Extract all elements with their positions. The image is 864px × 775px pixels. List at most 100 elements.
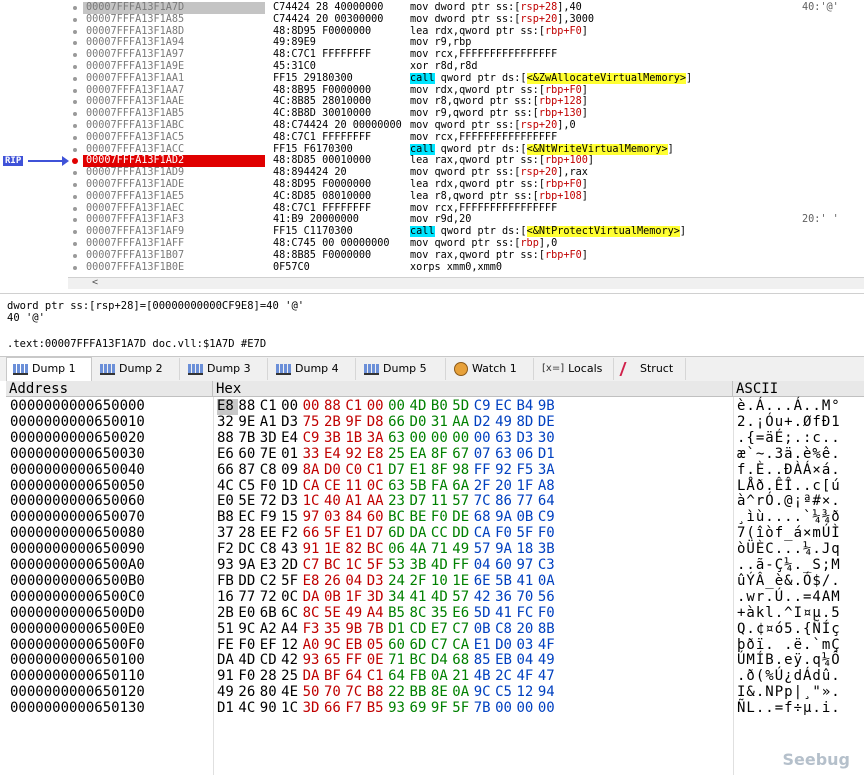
dump-ascii[interactable]: .{=äÉ;.:c.. [737, 430, 841, 447]
hex-byte[interactable]: 5B [410, 478, 431, 495]
dump-hex-bytes[interactable]: FE F0 EF 12 A0 9C EB 05 60 6D C7 CA E1 D0 03 4F [217, 637, 559, 654]
hex-byte[interactable]: 03 [516, 637, 537, 654]
dump-row[interactable]: 0000000000650030 E6 60 7E 01 33 E4 92 E8 25 EA 8F 67… [0, 446, 864, 463]
breakpoint-dot-icon[interactable] [73, 206, 77, 211]
dump-hex-bytes[interactable]: FB DD C2 5F E8 26 04 D3 24 2F 10 1E 6E 5B 41 0A [217, 573, 559, 590]
dump-hex-bytes[interactable]: 66 87 C8 09 8A D0 C0 C1 D7 E1 8F 98 FF 92 F5 3A [217, 462, 559, 479]
hex-byte[interactable]: C8 [260, 462, 281, 479]
hex-byte[interactable]: 00 [431, 430, 452, 447]
dump-ascii[interactable]: ÚMÍB.eÿ.q¼Ô [737, 652, 841, 669]
dump-address[interactable]: 0000000000650110 [10, 668, 145, 685]
disasm-gutter[interactable] [0, 214, 68, 226]
hex-byte[interactable]: D3 [516, 430, 537, 447]
hex-byte[interactable]: 5D [474, 605, 495, 622]
hex-byte[interactable]: 5F [324, 525, 345, 542]
hex-byte[interactable]: 4F [538, 637, 559, 654]
tab-dump-3[interactable]: Dump 3 [182, 358, 268, 380]
hex-byte[interactable]: D3 [281, 414, 302, 431]
hex-byte[interactable]: D1 [538, 446, 559, 463]
dump-address[interactable]: 0000000000650040 [10, 462, 145, 479]
hex-byte[interactable]: 3D [303, 700, 324, 717]
dump-address[interactable]: 00000000006500D0 [10, 605, 145, 622]
hex-byte[interactable]: C1 [260, 398, 281, 415]
hex-byte[interactable]: 11 [431, 493, 452, 510]
hex-byte[interactable]: EB [495, 652, 516, 669]
dump-row[interactable]: 0000000000650060 E0 5E 72 D3 1C 40 A1 AA 23 D7 11 57… [0, 493, 864, 510]
disasm-gutter[interactable] [0, 191, 68, 203]
breakpoint-dot-icon[interactable] [73, 135, 77, 140]
hex-byte[interactable]: 98 [452, 462, 473, 479]
hex-byte[interactable]: 3A [367, 430, 388, 447]
dump-row[interactable]: 0000000000650010 32 9E A1 D3 75 2B 9F D8 66 D0 31 AA… [0, 414, 864, 431]
hex-byte[interactable]: 49 [217, 684, 238, 701]
hex-byte[interactable]: BC [324, 557, 345, 574]
hex-byte[interactable]: 49 [452, 541, 473, 558]
instruction-address[interactable]: 00007FFFA13F1A97 [83, 49, 265, 61]
dump-address[interactable]: 0000000000650030 [10, 446, 145, 463]
hex-byte[interactable]: 56 [538, 589, 559, 606]
hex-byte[interactable]: 1E [324, 541, 345, 558]
hex-byte[interactable]: DE [538, 414, 559, 431]
hex-byte[interactable]: 90 [260, 700, 281, 717]
hex-byte[interactable]: 66 [388, 414, 409, 431]
hex-byte[interactable]: 1F [345, 589, 366, 606]
hex-byte[interactable]: 72 [260, 589, 281, 606]
dump-address[interactable]: 00000000006500F0 [10, 637, 145, 654]
hex-byte[interactable]: 00 [516, 700, 537, 717]
breakpoint-dot-icon[interactable] [73, 6, 77, 10]
disassembly-horizontal-scrollbar[interactable]: < [68, 277, 864, 289]
hex-byte[interactable]: 77 [238, 589, 259, 606]
hex-byte[interactable]: 30 [538, 430, 559, 447]
dump-row[interactable]: 0000000000650070 B8 EC F9 15 97 03 84 60 BC BE F0 DE… [0, 509, 864, 526]
hex-byte[interactable]: 00 [474, 430, 495, 447]
hex-byte[interactable]: 64 [345, 668, 366, 685]
hex-byte[interactable]: 8E [431, 684, 452, 701]
hex-byte[interactable]: 9E [238, 414, 259, 431]
dump-hex-bytes[interactable]: D1 4C 90 1C 3D 66 F7 B5 93 69 9F 5F 7B 00 00 00 [217, 700, 559, 717]
hex-byte[interactable]: 3A [538, 462, 559, 479]
hex-byte[interactable]: 69 [410, 700, 431, 717]
hex-byte[interactable]: D3 [367, 573, 388, 590]
disasm-gutter[interactable] [0, 226, 68, 238]
hex-byte[interactable]: C5 [495, 684, 516, 701]
disasm-gutter[interactable] [0, 250, 68, 262]
dump-hex-bytes[interactable]: 91 F0 28 25 DA BF 64 C1 64 FB 0A 21 4B 2C 4F 47 [217, 668, 559, 685]
hex-byte[interactable]: 1F [516, 478, 537, 495]
dump-row[interactable]: 00000000006500B0 FB DD C2 5F E8 26 04 D3 24 2F 10 1E… [0, 573, 864, 590]
dump-address[interactable]: 00000000006500A0 [10, 557, 145, 574]
dump-address[interactable]: 0000000000650010 [10, 414, 145, 431]
hex-byte[interactable]: 32 [217, 414, 238, 431]
hex-byte[interactable]: F0 [538, 605, 559, 622]
instruction-address[interactable]: 00007FFFA13F1ACC [83, 144, 265, 156]
disasm-gutter[interactable] [0, 108, 68, 120]
hex-byte[interactable]: 5F [281, 573, 302, 590]
instruction-address[interactable]: 00007FFFA13F1AB5 [83, 108, 265, 120]
hex-byte[interactable]: 00 [410, 430, 431, 447]
dump-hex-bytes[interactable]: 32 9E A1 D3 75 2B 9F D8 66 D0 31 AA D2 49 8D DE [217, 414, 559, 431]
disasm-row[interactable]: 00007FFFA13F1B07 48:8B85 F0000000 mov rax,… [0, 250, 864, 262]
hex-byte[interactable]: A0 [303, 637, 324, 654]
hex-byte[interactable]: B8 [367, 684, 388, 701]
dump-address[interactable]: 0000000000650070 [10, 509, 145, 526]
hex-byte[interactable]: E3 [260, 557, 281, 574]
hex-byte[interactable]: 00 [367, 398, 388, 415]
disasm-row[interactable]: 00007FFFA13F1AAE 4C:8B85 28010000 mov r8,q… [0, 96, 864, 108]
hex-byte[interactable]: 00 [452, 430, 473, 447]
instruction-address[interactable]: 00007FFFA13F1AD9 [83, 167, 265, 179]
hex-byte[interactable]: 9B [345, 621, 366, 638]
disasm-row[interactable]: 00007FFFA13F1A9E 45:31C0 xor r8d,r8d [0, 61, 864, 73]
hex-byte[interactable]: 6E [474, 573, 495, 590]
hex-byte[interactable]: 15 [281, 509, 302, 526]
hex-byte[interactable]: 24 [388, 573, 409, 590]
disasm-gutter[interactable] [0, 179, 68, 191]
hex-byte[interactable]: DD [452, 525, 473, 542]
hex-byte[interactable]: B5 [367, 700, 388, 717]
hex-byte[interactable]: 9C [238, 621, 259, 638]
hex-byte[interactable]: 40 [324, 493, 345, 510]
hex-byte[interactable]: A1 [260, 414, 281, 431]
hex-byte[interactable]: EE [260, 525, 281, 542]
hex-byte[interactable]: C1 [367, 462, 388, 479]
hex-byte[interactable]: 0E [367, 652, 388, 669]
hex-byte[interactable]: 93 [217, 557, 238, 574]
breakpoint-dot-icon[interactable] [73, 147, 77, 152]
